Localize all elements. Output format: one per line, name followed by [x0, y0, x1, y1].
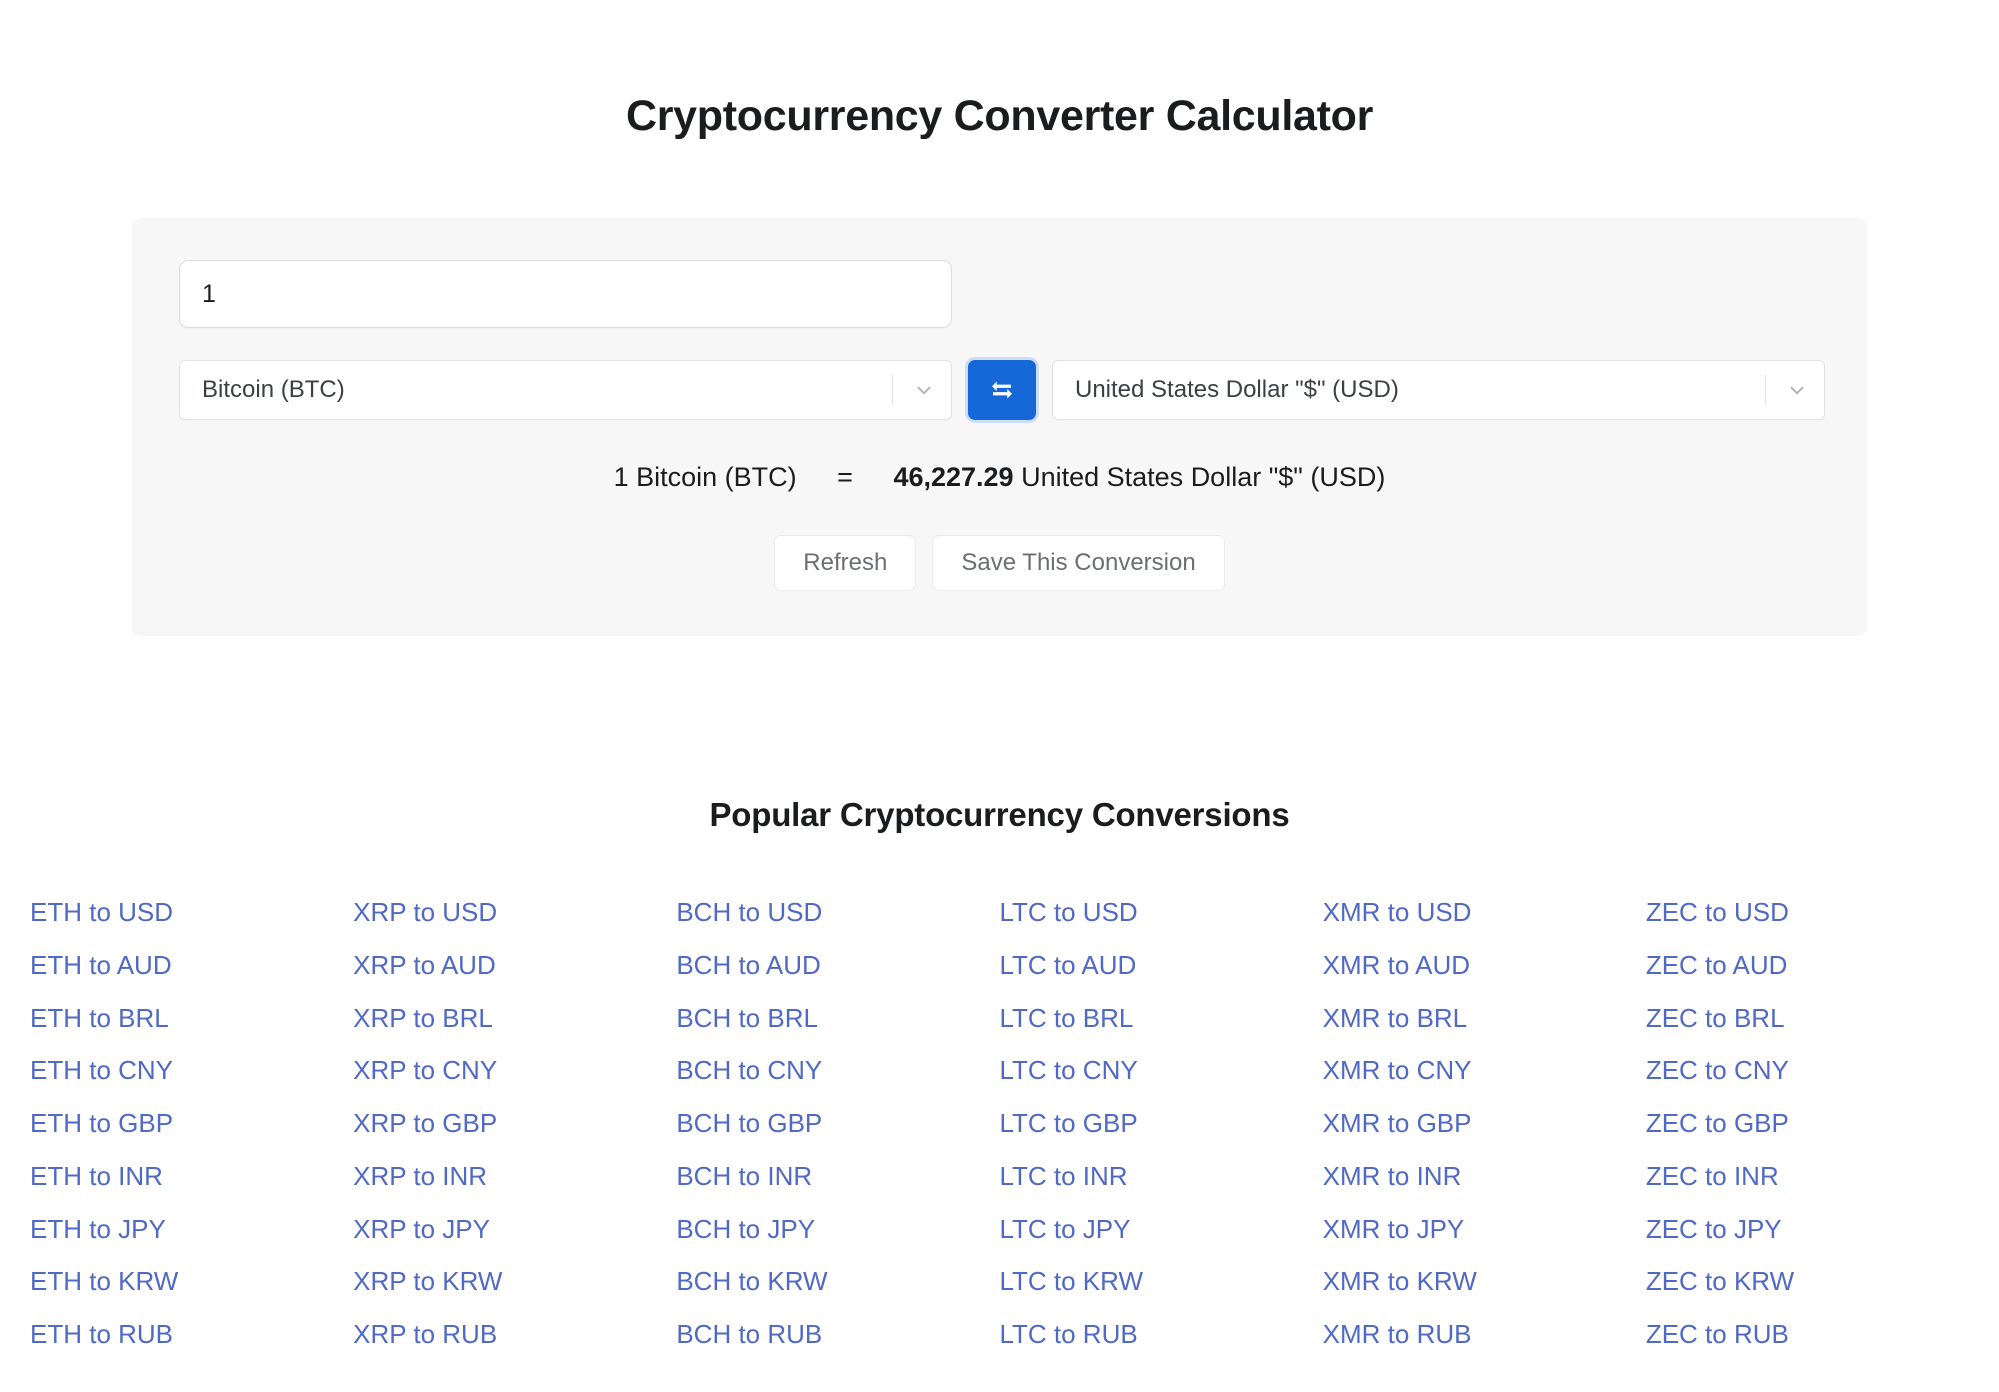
conversion-link[interactable]: BCH to AUD — [676, 950, 999, 982]
conversion-link[interactable]: XRP to AUD — [353, 950, 676, 982]
conversion-link[interactable]: BCH to JPY — [676, 1214, 999, 1246]
conversion-link[interactable]: BCH to BRL — [676, 1003, 999, 1035]
conversion-link[interactable]: XRP to CNY — [353, 1055, 676, 1087]
select-divider — [1765, 375, 1766, 406]
conversion-link[interactable]: ZEC to GBP — [1646, 1108, 1969, 1140]
actions-row: Refresh Save This Conversion — [132, 535, 1867, 592]
swap-currencies-button[interactable] — [968, 360, 1036, 421]
conversion-link[interactable]: XMR to AUD — [1323, 950, 1646, 982]
swap-horizontal-arrows-icon — [992, 381, 1012, 399]
chevron-down-icon — [917, 387, 931, 395]
select-divider — [892, 375, 893, 406]
conversion-link[interactable]: ZEC to JPY — [1646, 1214, 1969, 1246]
conversion-link[interactable]: LTC to AUD — [999, 950, 1322, 982]
conversion-link[interactable]: LTC to KRW — [999, 1266, 1322, 1298]
conversion-result: 1 Bitcoin (BTC) = 46,227.29 United State… — [132, 462, 1867, 493]
links-column-xmr: XMR to USD XMR to AUD XMR to BRL XMR to CNY… — [1323, 897, 1646, 1350]
conversion-link[interactable]: ZEC to INR — [1646, 1161, 1969, 1193]
conversion-link[interactable]: ETH to BRL — [30, 1003, 353, 1035]
converter-panel: Bitcoin (BTC) United States Dollar "$" (… — [132, 218, 1867, 637]
conversion-link[interactable]: BCH to GBP — [676, 1108, 999, 1140]
conversion-link[interactable]: ETH to AUD — [30, 950, 353, 982]
conversion-link[interactable]: BCH to INR — [676, 1161, 999, 1193]
conversion-link[interactable]: ZEC to RUB — [1646, 1319, 1969, 1351]
result-equals-sign: = — [837, 462, 853, 493]
from-currency-select[interactable]: Bitcoin (BTC) — [179, 360, 952, 421]
conversion-link[interactable]: ETH to CNY — [30, 1055, 353, 1087]
conversion-link[interactable]: ZEC to USD — [1646, 897, 1969, 929]
conversion-link[interactable]: BCH to KRW — [676, 1266, 999, 1298]
conversion-link[interactable]: XRP to USD — [353, 897, 676, 929]
converter-page: Cryptocurrency Converter Calculator Bitc… — [0, 0, 1999, 1392]
conversion-link[interactable]: LTC to USD — [999, 897, 1322, 929]
conversion-link[interactable]: XRP to JPY — [353, 1214, 676, 1246]
conversion-link[interactable]: ETH to JPY — [30, 1214, 353, 1246]
from-currency-value: Bitcoin (BTC) — [202, 376, 345, 404]
conversion-link[interactable]: ETH to USD — [30, 897, 353, 929]
result-target-currency: United States Dollar "$" (USD) — [1021, 462, 1386, 493]
chevron-down-icon — [1790, 387, 1804, 395]
conversion-link[interactable]: XMR to CNY — [1323, 1055, 1646, 1087]
links-column-bch: BCH to USD BCH to AUD BCH to BRL BCH to CNY… — [676, 897, 999, 1350]
conversion-link[interactable]: XRP to GBP — [353, 1108, 676, 1140]
popular-conversions-grid: ETH to USD ETH to AUD ETH to BRL ETH to CNY… — [0, 897, 1999, 1350]
conversion-link[interactable]: XMR to USD — [1323, 897, 1646, 929]
conversion-link[interactable]: ETH to INR — [30, 1161, 353, 1193]
conversion-link[interactable]: ZEC to AUD — [1646, 950, 1969, 982]
conversion-link[interactable]: LTC to CNY — [999, 1055, 1322, 1087]
conversion-link[interactable]: LTC to BRL — [999, 1003, 1322, 1035]
page-title: Cryptocurrency Converter Calculator — [626, 92, 1373, 140]
to-select-indicator — [1765, 361, 1824, 419]
result-converted-value: 46,227.29 — [893, 462, 1014, 493]
conversion-link[interactable]: XRP to BRL — [353, 1003, 676, 1035]
save-conversion-button[interactable]: Save This Conversion — [932, 535, 1225, 592]
conversion-link[interactable]: XRP to RUB — [353, 1319, 676, 1351]
conversion-link[interactable]: XRP to KRW — [353, 1266, 676, 1298]
conversion-link[interactable]: ETH to GBP — [30, 1108, 353, 1140]
from-select-indicator — [892, 361, 951, 419]
conversion-link[interactable]: BCH to USD — [676, 897, 999, 929]
result-source-amount: 1 Bitcoin (BTC) — [613, 462, 797, 493]
conversion-link[interactable]: XMR to KRW — [1323, 1266, 1646, 1298]
conversion-link[interactable]: ZEC to KRW — [1646, 1266, 1969, 1298]
popular-conversions-heading: Popular Cryptocurrency Conversions — [709, 796, 1290, 834]
conversion-link[interactable]: LTC to INR — [999, 1161, 1322, 1193]
conversion-link[interactable]: BCH to CNY — [676, 1055, 999, 1087]
amount-row — [132, 260, 1867, 329]
conversion-link[interactable]: LTC to GBP — [999, 1108, 1322, 1140]
conversion-link[interactable]: LTC to RUB — [999, 1319, 1322, 1351]
links-column-ltc: LTC to USD LTC to AUD LTC to BRL LTC to CNY… — [999, 897, 1322, 1350]
conversion-link[interactable]: ZEC to BRL — [1646, 1003, 1969, 1035]
to-currency-select[interactable]: United States Dollar "$" (USD) — [1052, 360, 1825, 421]
conversion-link[interactable]: LTC to JPY — [999, 1214, 1322, 1246]
currency-selects-row: Bitcoin (BTC) United States Dollar "$" (… — [132, 360, 1867, 421]
conversion-link[interactable]: XMR to RUB — [1323, 1319, 1646, 1351]
to-currency-value: United States Dollar "$" (USD) — [1075, 376, 1399, 404]
links-column-eth: ETH to USD ETH to AUD ETH to BRL ETH to CNY… — [30, 897, 353, 1350]
conversion-link[interactable]: ETH to RUB — [30, 1319, 353, 1351]
links-column-zec: ZEC to USD ZEC to AUD ZEC to BRL ZEC to CNY… — [1646, 897, 1969, 1350]
conversion-link[interactable]: XMR to GBP — [1323, 1108, 1646, 1140]
conversion-link[interactable]: XMR to JPY — [1323, 1214, 1646, 1246]
conversion-link[interactable]: ETH to KRW — [30, 1266, 353, 1298]
conversion-link[interactable]: XRP to INR — [353, 1161, 676, 1193]
links-column-xrp: XRP to USD XRP to AUD XRP to BRL XRP to CNY… — [353, 897, 676, 1350]
conversion-link[interactable]: BCH to RUB — [676, 1319, 999, 1351]
conversion-link[interactable]: XMR to BRL — [1323, 1003, 1646, 1035]
refresh-button[interactable]: Refresh — [774, 535, 917, 592]
conversion-link[interactable]: XMR to INR — [1323, 1161, 1646, 1193]
conversion-link[interactable]: ZEC to CNY — [1646, 1055, 1969, 1087]
amount-input[interactable] — [179, 260, 952, 329]
